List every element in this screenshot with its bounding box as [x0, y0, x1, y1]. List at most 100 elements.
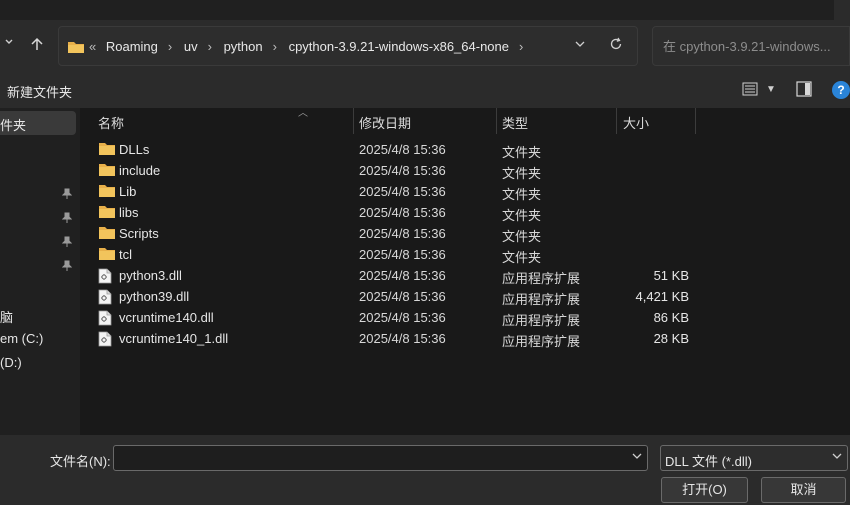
navigation-pane: 件夹 脑 em (C:) (D:) — [0, 108, 80, 435]
preview-pane-icon[interactable] — [796, 81, 812, 100]
column-header-size[interactable]: 大小 — [623, 113, 649, 132]
up-arrow-icon[interactable] — [30, 37, 44, 54]
file-size: 86 KB — [653, 310, 689, 325]
address-bar[interactable]: « Roaming › uv › python › cpython-3.9.21-wi… — [58, 26, 638, 66]
folder-icon — [98, 247, 116, 264]
file-date: 2025/4/8 15:36 — [359, 163, 446, 178]
new-folder-button[interactable]: 新建文件夹 — [7, 82, 72, 101]
breadcrumb-uv[interactable]: uv — [184, 39, 198, 54]
file-type: 文件夹 — [502, 250, 542, 265]
file-type: 文件夹 — [502, 229, 542, 244]
file-size: 51 KB — [653, 268, 689, 283]
dll-file-icon — [98, 331, 112, 350]
table-row[interactable]: tcl 2025/4/8 15:36 文件夹 — [80, 245, 850, 266]
title-bar-corner — [834, 0, 850, 20]
table-row[interactable]: libs 2025/4/8 15:36 文件夹 — [80, 203, 850, 224]
folder-icon — [98, 184, 116, 201]
column-header-name[interactable]: 名称 — [98, 113, 124, 132]
file-type: 应用程序扩展 — [502, 334, 581, 349]
breadcrumb-overflow[interactable]: « — [89, 39, 96, 54]
pin-icon[interactable] — [61, 212, 73, 227]
file-size: 4,421 KB — [635, 289, 690, 304]
table-row[interactable]: vcruntime140.dll 2025/4/8 15:36 应用程序扩展 86 K… — [80, 308, 850, 329]
file-date: 2025/4/8 15:36 — [359, 142, 446, 157]
pin-icon[interactable] — [61, 260, 73, 275]
nav-item-this-pc[interactable]: 脑 — [0, 307, 13, 326]
chevron-right-icon[interactable]: › — [273, 39, 277, 54]
file-date: 2025/4/8 15:36 — [359, 226, 446, 241]
file-type: 文件夹 — [502, 145, 542, 160]
table-row[interactable]: python3.dll 2025/4/8 15:36 应用程序扩展 51 KB — [80, 266, 850, 287]
folder-icon — [98, 163, 116, 180]
file-date: 2025/4/8 15:36 — [359, 247, 446, 262]
search-input[interactable] — [661, 38, 840, 55]
refresh-icon[interactable] — [609, 37, 623, 55]
file-date: 2025/4/8 15:36 — [359, 331, 446, 346]
table-row[interactable]: Lib 2025/4/8 15:36 文件夹 — [80, 182, 850, 203]
column-divider[interactable] — [616, 108, 617, 134]
file-type: 文件夹 — [502, 187, 542, 202]
back-chevron-icon[interactable] — [4, 36, 14, 52]
dll-file-icon — [98, 289, 112, 308]
file-type: 文件夹 — [502, 208, 542, 223]
column-divider[interactable] — [353, 108, 354, 134]
open-button[interactable]: 打开(O) — [661, 477, 748, 503]
table-row[interactable]: vcruntime140_1.dll 2025/4/8 15:36 应用程序扩展 28… — [80, 329, 850, 350]
breadcrumb-python[interactable]: python — [224, 39, 263, 54]
dialog-footer: 文件名(N): DLL 文件 (*.dll) 打开(O) 取消 — [0, 435, 850, 505]
chevron-right-icon[interactable]: › — [519, 39, 523, 54]
view-options-icon[interactable] — [742, 82, 758, 99]
column-header-type[interactable]: 类型 — [502, 113, 528, 132]
filename-input[interactable] — [120, 450, 629, 467]
table-row[interactable]: python39.dll 2025/4/8 15:36 应用程序扩展 4,421 KB — [80, 287, 850, 308]
toolbar: 新建文件夹 ▼ ? — [0, 72, 850, 108]
file-name: vcruntime140.dll — [119, 310, 214, 325]
column-header-date[interactable]: 修改日期 — [359, 113, 411, 132]
file-name: include — [119, 163, 161, 178]
view-dropdown-icon[interactable]: ▼ — [766, 84, 776, 95]
file-name: Scripts — [119, 226, 159, 241]
nav-item-drive-c[interactable]: em (C:) — [0, 331, 43, 346]
file-name: python39.dll — [119, 289, 190, 304]
pin-icon[interactable] — [61, 236, 73, 251]
file-name: tcl — [119, 247, 132, 262]
filename-combobox[interactable] — [113, 445, 648, 471]
chevron-right-icon[interactable]: › — [168, 39, 172, 54]
file-name: DLLs — [119, 142, 150, 157]
file-name: Lib — [119, 184, 137, 199]
breadcrumb: « Roaming › uv › python › cpython-3.9.21-wi… — [89, 39, 531, 54]
breadcrumb-roaming[interactable]: Roaming — [106, 39, 158, 54]
chevron-down-icon[interactable] — [831, 450, 843, 465]
folder-icon — [98, 205, 116, 222]
file-name: vcruntime140_1.dll — [119, 331, 229, 346]
file-type-select[interactable]: DLL 文件 (*.dll) — [660, 445, 848, 471]
address-dropdown-icon[interactable] — [574, 38, 586, 53]
nav-item-drive-d[interactable]: (D:) — [0, 355, 22, 370]
dll-file-icon — [98, 310, 112, 329]
filename-label: 文件名(N): — [50, 454, 111, 469]
folder-icon — [98, 226, 116, 243]
pin-icon[interactable] — [61, 188, 73, 203]
file-date: 2025/4/8 15:36 — [359, 289, 446, 304]
file-date: 2025/4/8 15:36 — [359, 268, 446, 283]
table-row[interactable]: DLLs 2025/4/8 15:36 文件夹 — [80, 140, 850, 161]
cancel-button[interactable]: 取消 — [761, 477, 846, 503]
file-date: 2025/4/8 15:36 — [359, 205, 446, 220]
file-size: 28 KB — [653, 331, 689, 346]
file-type: 文件夹 — [502, 166, 542, 181]
column-divider[interactable] — [695, 108, 696, 134]
nav-item-folder[interactable]: 件夹 — [0, 115, 26, 134]
table-row[interactable]: include 2025/4/8 15:36 文件夹 — [80, 161, 850, 182]
search-box[interactable] — [652, 26, 850, 66]
title-bar — [0, 0, 850, 20]
table-row[interactable]: Scripts 2025/4/8 15:36 文件夹 — [80, 224, 850, 245]
file-name: libs — [119, 205, 139, 220]
file-type: 应用程序扩展 — [502, 271, 581, 286]
help-icon[interactable]: ? — [832, 81, 850, 99]
filename-dropdown-icon[interactable] — [631, 450, 643, 465]
column-divider[interactable] — [496, 108, 497, 134]
chevron-right-icon[interactable]: › — [208, 39, 212, 54]
folder-icon — [98, 142, 116, 159]
dll-file-icon — [98, 268, 112, 287]
breadcrumb-cpython[interactable]: cpython-3.9.21-windows-x86_64-none — [289, 39, 509, 54]
